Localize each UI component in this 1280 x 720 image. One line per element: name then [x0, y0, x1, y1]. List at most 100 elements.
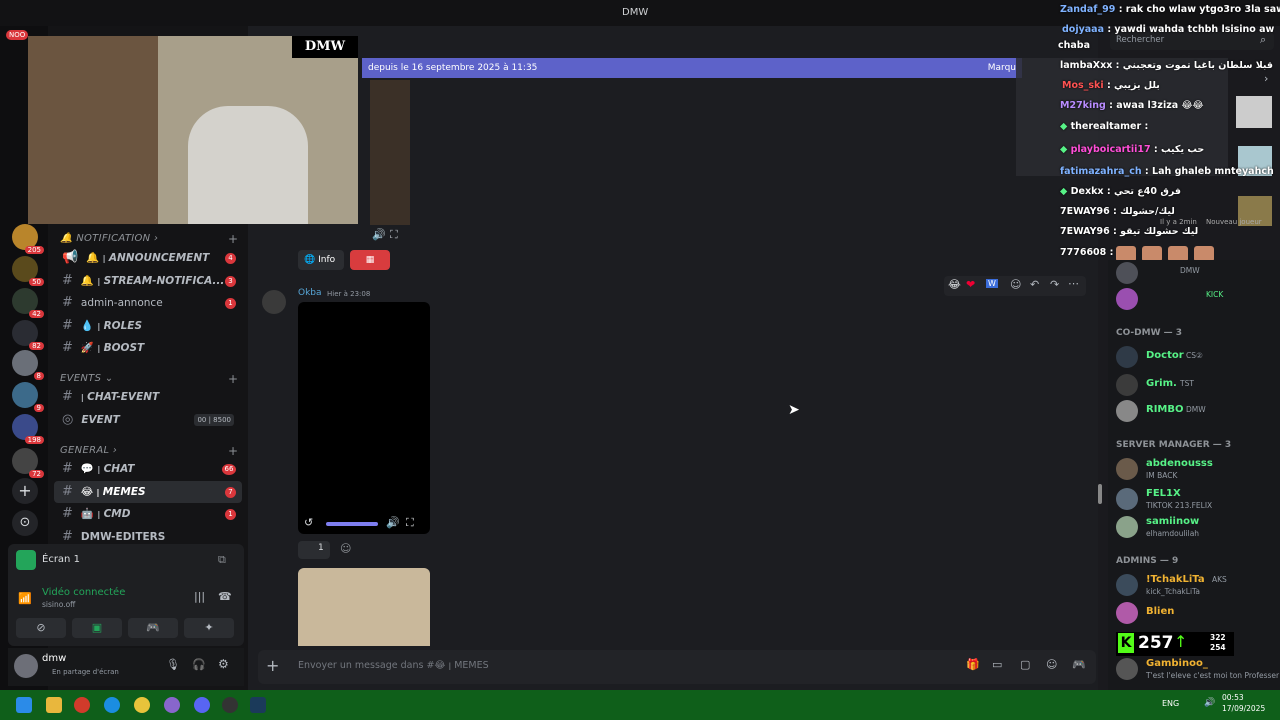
mark-read-link[interactable]: Marqu	[988, 58, 1016, 78]
activity-button[interactable]: 🎮	[128, 618, 178, 638]
category-general[interactable]: GENERAL › +	[60, 444, 238, 458]
member-item[interactable]: KICK	[1116, 286, 1278, 312]
attach-plus-icon[interactable]: +	[266, 656, 279, 675]
disconnect-icon[interactable]: ☎	[218, 590, 232, 603]
member-item[interactable]: Gambinoo_ T'est l'eleve c'est moi ton Pro…	[1116, 656, 1279, 682]
volume-icon[interactable]: 🔊	[386, 516, 400, 529]
category-events[interactable]: EVENTS ⌄ +	[60, 372, 238, 386]
channel-prefix: 🔔 ꞁ	[86, 252, 106, 264]
chat-scrollbar[interactable]	[1098, 484, 1102, 504]
language-indicator[interactable]: ENG	[1162, 699, 1179, 708]
app-button[interactable]: ▦	[350, 250, 390, 270]
edge-icon[interactable]	[104, 697, 120, 713]
heart-reaction-icon[interactable]: ❤	[966, 278, 975, 291]
video-player[interactable]: ↺ 🔊 ⛶	[298, 302, 430, 534]
add-reaction-icon[interactable]: ☺	[340, 542, 351, 555]
emoji-icon[interactable]: ☺	[1046, 658, 1057, 671]
member-item[interactable]: !TchakLiTa AKS kick_TchakLiTa	[1116, 572, 1278, 598]
more-icon[interactable]: ⋯	[1068, 277, 1079, 290]
message-composer[interactable]: + Envoyer un message dans #😂 ꞁ MEMES 🎁 ▭…	[258, 650, 1096, 684]
avatar[interactable]	[14, 654, 38, 678]
settings-gear-icon[interactable]: ⚙	[218, 657, 229, 671]
app-icon[interactable]	[164, 697, 180, 713]
member-item[interactable]: Doctor CS②	[1116, 344, 1278, 370]
add-reaction-icon[interactable]: ☺	[1010, 278, 1021, 291]
file-explorer-icon[interactable]	[46, 697, 62, 713]
chat-user: M27king	[1060, 100, 1106, 111]
new-messages-banner[interactable]: depuis le 16 septembre 2025 à 11:35 Marqu	[362, 58, 1022, 78]
clock-time[interactable]: 00:53	[1222, 693, 1244, 702]
member-item[interactable]: Grim. TST	[1116, 372, 1278, 398]
soundboard-button[interactable]: ✦	[184, 618, 234, 638]
gif-icon[interactable]: ▭	[992, 658, 1002, 671]
add-channel-icon[interactable]: +	[228, 444, 238, 458]
apps-icon[interactable]: 🎮	[1072, 658, 1086, 671]
server-icon[interactable]: 50	[12, 256, 44, 286]
channel-chat[interactable]: # 💬 ꞁ CHAT 66	[54, 458, 242, 480]
replay-icon[interactable]: ↺	[304, 516, 313, 529]
server-icon[interactable]: 9	[12, 382, 44, 412]
share-screen-button[interactable]: ▣	[72, 618, 122, 638]
server-icon[interactable]: 205	[12, 224, 44, 254]
emoji-reaction-icon[interactable]: 😂	[948, 278, 961, 291]
channel-roles[interactable]: # 💧 ꞁ ROLES	[54, 315, 242, 337]
chrome-icon[interactable]	[134, 697, 150, 713]
channel-cmd[interactable]: # 🤖 ꞁ CMD 1	[54, 503, 242, 525]
role-header-server-manager: SERVER MANAGER — 3	[1116, 440, 1232, 450]
channel-memes[interactable]: # 😂 ꞁ MEMES 7	[54, 481, 242, 503]
member-item[interactable]: FEL1X TIKTOK 213.FELIX	[1116, 486, 1278, 512]
volume-slider[interactable]	[326, 522, 378, 526]
volume-icon[interactable]: 🔊	[1204, 698, 1215, 708]
headphones-icon[interactable]: 🎧	[192, 658, 206, 671]
server-icon[interactable]: 82	[12, 320, 44, 350]
member-item[interactable]: Blien	[1116, 600, 1278, 626]
fullscreen-icon[interactable]: ⛶	[406, 516, 414, 530]
hash-icon: #	[62, 389, 73, 404]
sticker-icon[interactable]: ▢	[1020, 658, 1030, 671]
camera-off-button[interactable]: ⊘	[16, 618, 66, 638]
clock-date[interactable]: 17/09/2025	[1222, 704, 1265, 713]
member-item[interactable]: samiinow elhamdoulilah	[1116, 514, 1278, 540]
steam-icon[interactable]	[250, 697, 266, 713]
chevron-right-icon[interactable]: ›	[1264, 72, 1268, 85]
media-thumbnail[interactable]	[370, 80, 410, 225]
channel-boost[interactable]: # 🚀 ꞁ BOOST	[54, 337, 242, 359]
channel-announcement[interactable]: 📢 🔔 ꞁ ANNOUNCEMENT 4	[54, 247, 242, 269]
stream-preview	[1016, 58, 1228, 176]
w-reaction-icon[interactable]: W	[986, 279, 998, 288]
author-avatar[interactable]	[262, 290, 286, 314]
server-icon[interactable]: 8	[12, 350, 44, 380]
start-icon[interactable]	[16, 697, 32, 713]
noise-suppression-icon[interactable]: |||	[194, 590, 205, 603]
discover-icon[interactable]: ⊙	[12, 510, 38, 536]
volume-icon[interactable]: 🔊	[372, 228, 386, 241]
server-icon[interactable]: 72	[12, 448, 44, 478]
reply-icon[interactable]: ↶	[1030, 278, 1039, 291]
message-author[interactable]: Okba	[298, 288, 322, 298]
fullscreen-icon[interactable]: ⛶	[390, 228, 398, 242]
add-server-icon[interactable]: +	[12, 478, 38, 504]
gift-icon[interactable]: 🎁	[966, 658, 980, 671]
channel-admin-annonce[interactable]: # admin-annonce 1	[54, 292, 242, 314]
member-item[interactable]: DMW	[1116, 260, 1278, 286]
channel-stream-notification[interactable]: # 🔔 ꞁ STREAM-NOTIFICA... 3	[54, 270, 242, 292]
member-item[interactable]: abdenousss IM BACK	[1116, 456, 1278, 482]
member-item[interactable]: RIMBO DMW	[1116, 398, 1278, 424]
channel-label: MEMES	[102, 486, 146, 498]
forward-icon[interactable]: ↷	[1050, 278, 1059, 291]
obs-icon[interactable]	[222, 697, 238, 713]
channel-event[interactable]: ◎ EVENT 00 | 8500	[54, 409, 242, 431]
discord-icon[interactable]	[194, 697, 210, 713]
popout-icon[interactable]: ⧉	[218, 553, 226, 567]
reaction-chip[interactable]: 1	[298, 541, 330, 559]
microphone-icon[interactable]: 🎙	[166, 658, 180, 671]
image-attachment[interactable]	[298, 568, 430, 646]
channel-chat-event[interactable]: # ꞁ CHAT-EVENT	[54, 386, 242, 408]
opera-icon[interactable]	[74, 697, 90, 713]
add-channel-icon[interactable]: +	[228, 232, 238, 246]
server-icon[interactable]: 198	[12, 414, 44, 444]
info-button[interactable]: 🌐 Info	[298, 250, 344, 270]
server-icon[interactable]: 42	[12, 288, 44, 318]
add-channel-icon[interactable]: +	[228, 372, 238, 386]
category-notification[interactable]: 🔔 NOTIFICATION › +	[60, 232, 238, 246]
